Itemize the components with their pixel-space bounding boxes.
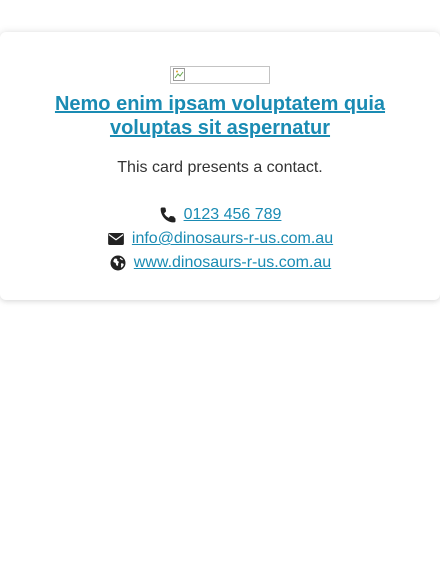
phone-link[interactable]: 0123 456 789 — [184, 205, 282, 225]
card-description: This card presents a contact. — [117, 159, 323, 176]
website-link[interactable]: www.dinosaurs-r-us.com.au — [134, 253, 331, 273]
broken-image-icon — [173, 68, 185, 81]
globe-icon — [109, 254, 127, 272]
contact-row-email: info@dinosaurs-r-us.com.au — [0, 228, 440, 250]
card-title-link[interactable]: Nemo enim ipsam voluptatem quia voluptas… — [20, 92, 420, 140]
contact-row-phone: 0123 456 789 — [0, 204, 440, 226]
email-link[interactable]: info@dinosaurs-r-us.com.au — [132, 229, 333, 249]
contact-card: Nemo enim ipsam voluptatem quia voluptas… — [0, 32, 440, 300]
card-logo-image — [170, 66, 270, 84]
phone-icon — [159, 206, 177, 224]
contact-row-website: www.dinosaurs-r-us.com.au — [0, 252, 440, 274]
envelope-icon — [107, 230, 125, 248]
